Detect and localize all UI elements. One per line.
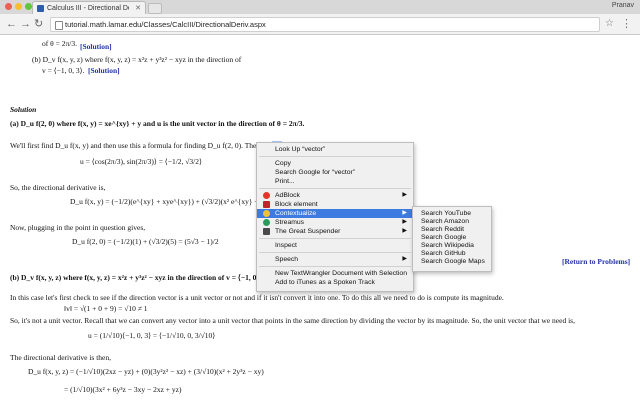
menu-item-copy[interactable]: Copy: [257, 159, 413, 168]
submenu-item-google[interactable]: Search Google: [413, 234, 491, 242]
find-text: We'll first find D_u f(x, y) and then us…: [10, 141, 283, 150]
part-a-heading: (a) D_u f(2, 0) where f(x, y) = xe^{xy} …: [10, 119, 305, 128]
browser-tab[interactable]: Calculus III - Directional Deriv... ✕: [32, 1, 146, 15]
submenu-item-google-maps[interactable]: Search Google Maps: [413, 258, 491, 266]
submenu-arrow-icon: ▶: [402, 192, 407, 198]
tab-strip: Calculus III - Directional Deriv... ✕ Pr…: [0, 0, 640, 15]
back-icon[interactable]: ←: [6, 18, 17, 30]
menu-item-great-suspender[interactable]: The Great Suspender ▶: [257, 227, 413, 236]
solution-link-a[interactable]: [Solution]: [80, 42, 112, 51]
menu-item-add-to-itunes[interactable]: Add to iTunes as a Spoken Track: [257, 278, 413, 287]
adblock-icon: [263, 192, 270, 199]
profile-name[interactable]: Pranav: [612, 2, 634, 9]
dir-derivative-text: So, the directional derivative is,: [10, 183, 106, 192]
problem-b-vector: v = ⟨−1, 0, 3⟩.: [42, 66, 85, 75]
browser-menu-icon[interactable]: ⋮: [621, 17, 632, 30]
bookmark-star-icon[interactable]: ☆: [605, 18, 614, 29]
submenu-arrow-icon: ▶: [402, 210, 407, 216]
menu-separator: [259, 252, 411, 253]
favicon-icon: [37, 5, 44, 12]
check-text: In this case let's first check to see if…: [10, 293, 504, 302]
great-suspender-icon: [263, 228, 270, 235]
submenu-arrow-icon: ▶: [402, 256, 407, 262]
menu-item-inspect[interactable]: Inspect: [257, 241, 413, 250]
dd-equation-simplified: = (1/√10)(3x² + 6y³z − 3xy − 2xz + yz): [64, 385, 182, 394]
contextualize-icon: [263, 210, 270, 217]
submenu-item-amazon[interactable]: Search Amazon: [413, 218, 491, 226]
menu-item-search-google[interactable]: Search Google for “vector”: [257, 168, 413, 177]
url-text: tutorial.math.lamar.edu/Classes/CalcIII/…: [65, 20, 266, 29]
forward-icon[interactable]: →: [20, 18, 31, 30]
minimize-window-button[interactable]: [15, 3, 22, 10]
menu-separator: [259, 156, 411, 157]
menu-separator: [259, 188, 411, 189]
close-window-button[interactable]: [5, 3, 12, 10]
submenu-item-reddit[interactable]: Search Reddit: [413, 226, 491, 234]
reload-icon[interactable]: ↻: [34, 18, 43, 30]
menu-item-block-element[interactable]: Block element: [257, 200, 413, 209]
context-menu: Look Up “vector” Copy Search Google for …: [256, 142, 414, 292]
solution-link-b[interactable]: [Solution]: [88, 66, 120, 75]
submenu-item-youtube[interactable]: Search YouTube: [413, 210, 491, 218]
browser-toolbar: ← → ↻ tutorial.math.lamar.edu/Classes/Ca…: [0, 14, 640, 35]
problem-a-tail: of θ = 2π/3.: [42, 39, 77, 48]
dir-derivative-equation: D_u f(x, y) = (−1/2)(e^{xy} + xye^{xy}) …: [70, 197, 267, 206]
page-info-icon[interactable]: [55, 21, 63, 30]
submenu-item-wikipedia[interactable]: Search Wikipedia: [413, 242, 491, 250]
menu-item-print[interactable]: Print...: [257, 177, 413, 186]
menu-item-contextualize[interactable]: Contextualize ▶: [257, 209, 413, 218]
submenu-arrow-icon: ▶: [402, 228, 407, 234]
menu-item-textwrangler[interactable]: New TextWrangler Document with Selection: [257, 269, 413, 278]
unit-vector-b-equation: u = (1/√10)⟨−1, 0, 3⟩ = ⟨−1/√10, 0, 3/√1…: [88, 331, 216, 340]
menu-item-look-up[interactable]: Look Up “vector”: [257, 145, 413, 154]
submenu-arrow-icon: ▶: [402, 219, 407, 225]
part-b-heading: (b) D_v f(x, y, z) where f(x, y, z) = x²…: [10, 273, 269, 282]
block-element-icon: [263, 201, 270, 208]
contextualize-submenu: Search YouTube Search Amazon Search Redd…: [412, 206, 492, 272]
plug-text: Now, plugging in the point in question g…: [10, 223, 146, 232]
dd-equation: D_u f(x, y, z) = (−1/√10)(2xz − yz) + (0…: [28, 367, 264, 376]
menu-separator: [259, 266, 411, 267]
plug-equation: D_u f(2, 0) = (−1/2)(1) + (√3/2)(5) = (5…: [72, 237, 219, 246]
not-unit-text: So, it's not a unit vector. Recall that …: [10, 316, 575, 325]
zoom-window-button[interactable]: [25, 3, 32, 10]
unit-vector-equation: u = ⟨cos(2π/3), sin(2π/3)⟩ = ⟨−1/2, √3/2…: [80, 157, 202, 166]
streamus-icon: [263, 219, 270, 226]
menu-separator: [259, 238, 411, 239]
dd-text: The directional derivative is then,: [10, 353, 112, 362]
submenu-item-github[interactable]: Search GitHub: [413, 250, 491, 258]
solution-heading: Solution: [10, 105, 37, 114]
menu-item-adblock[interactable]: AdBlock ▶: [257, 191, 413, 200]
magnitude-equation: ‖v‖ = √(1 + 0 + 9) = √10 ≠ 1: [64, 304, 148, 313]
address-bar[interactable]: tutorial.math.lamar.edu/Classes/CalcIII/…: [50, 17, 600, 32]
return-to-problems-link[interactable]: [Return to Problems]: [562, 257, 630, 266]
menu-item-speech[interactable]: Speech ▶: [257, 255, 413, 264]
menu-item-streamus[interactable]: Streamus ▶: [257, 218, 413, 227]
new-tab-button[interactable]: [148, 3, 162, 14]
problem-b: (b) D_v f(x, y, z) where f(x, y, z) = x²…: [32, 55, 242, 64]
